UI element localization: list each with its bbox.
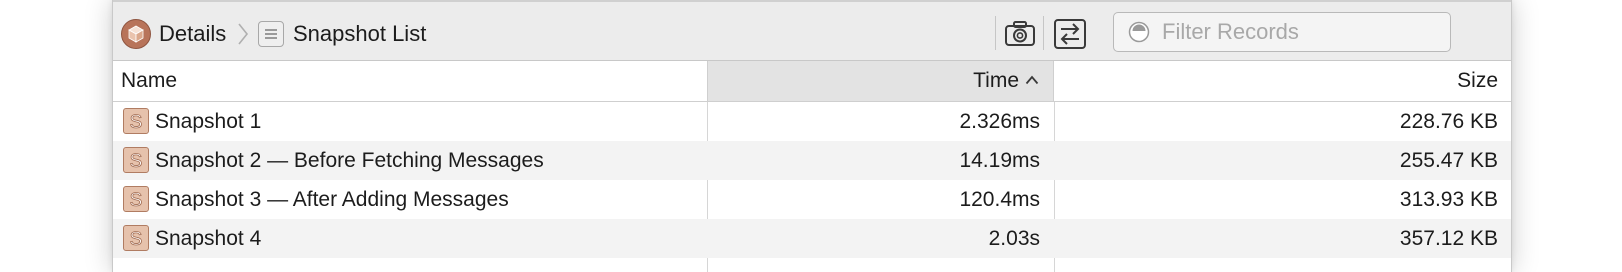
table-body: S Snapshot 1 2.326ms 228.76 KB S Snapsho… xyxy=(113,102,1511,258)
snapshot-name: Snapshot 3 — After Adding Messages xyxy=(155,188,509,211)
take-snapshot-button[interactable] xyxy=(1003,18,1037,50)
svg-text:S: S xyxy=(130,151,143,170)
snapshot-name-cell: S Snapshot 4 xyxy=(113,219,707,258)
snapshot-size: 255.47 KB xyxy=(1399,149,1498,172)
breadcrumb-details[interactable]: Details xyxy=(159,21,226,47)
snapshot-time: 2.326ms xyxy=(959,110,1040,133)
table-row[interactable]: S Snapshot 2 — Before Fetching Messages … xyxy=(113,141,1511,180)
column-header-size[interactable]: Size xyxy=(1054,61,1511,101)
toolbar-divider xyxy=(995,16,996,50)
compare-snapshots-button[interactable] xyxy=(1053,18,1087,50)
filter-records-field[interactable] xyxy=(1113,12,1451,52)
stage: Details Snapshot List Filter Records Nam… xyxy=(0,0,1622,272)
heap-snapshot-icon: S xyxy=(123,108,149,134)
cube-icon[interactable] xyxy=(121,19,151,49)
snapshot-name: Snapshot 4 xyxy=(155,227,262,250)
heap-snapshot-icon: S xyxy=(123,186,149,212)
svg-text:S: S xyxy=(130,229,143,248)
table-header: Name Time Size xyxy=(113,61,1511,102)
column-header-label: Size xyxy=(1457,69,1498,92)
snapshot-time: 120.4ms xyxy=(959,188,1040,211)
snapshot-name-cell: S Snapshot 1 xyxy=(113,102,707,141)
swap-arrows-icon xyxy=(1054,19,1086,49)
filter-records-input[interactable] xyxy=(1162,17,1432,47)
chevron-right-icon xyxy=(236,21,250,47)
list-icon[interactable] xyxy=(258,21,284,47)
column-header-name[interactable]: Name xyxy=(113,61,707,101)
column-header-label: Name xyxy=(121,69,178,92)
heap-snapshot-icon: S xyxy=(123,225,149,251)
snapshot-size: 228.76 KB xyxy=(1399,110,1498,133)
table-row[interactable]: S Snapshot 4 2.03s 357.12 KB xyxy=(113,219,1511,258)
column-header-label: Time xyxy=(973,69,1019,92)
column-header-time[interactable]: Time xyxy=(707,61,1054,101)
snapshot-time: 2.03s xyxy=(988,227,1040,250)
table-row[interactable]: S Snapshot 1 2.326ms 228.76 KB xyxy=(113,102,1511,141)
snapshot-size: 357.12 KB xyxy=(1399,227,1498,250)
snapshot-name-cell: S Snapshot 3 — After Adding Messages xyxy=(113,180,707,219)
snapshot-name: Snapshot 1 xyxy=(155,110,262,133)
toolbar: Details Snapshot List xyxy=(113,0,1511,61)
snapshot-table: Name Time Size S Snapshot 1 2.326ms 228.… xyxy=(113,61,1511,272)
snapshot-name-cell: S Snapshot 2 — Before Fetching Messages xyxy=(113,141,707,180)
chevron-up-icon xyxy=(1025,75,1039,85)
snapshot-list-window: Details Snapshot List Filter Records Nam… xyxy=(112,0,1512,272)
snapshot-time: 14.19ms xyxy=(959,149,1040,172)
toolbar-divider xyxy=(1043,16,1044,50)
snapshot-size: 313.93 KB xyxy=(1399,188,1498,211)
svg-text:S: S xyxy=(130,112,143,131)
camera-icon xyxy=(1005,21,1035,46)
filter-icon[interactable] xyxy=(1128,21,1150,43)
svg-text:S: S xyxy=(130,190,143,209)
snapshot-name: Snapshot 2 — Before Fetching Messages xyxy=(155,149,544,172)
table-row[interactable]: S Snapshot 3 — After Adding Messages 120… xyxy=(113,180,1511,219)
breadcrumb-snapshot-list[interactable]: Snapshot List xyxy=(293,21,426,47)
heap-snapshot-icon: S xyxy=(123,147,149,173)
